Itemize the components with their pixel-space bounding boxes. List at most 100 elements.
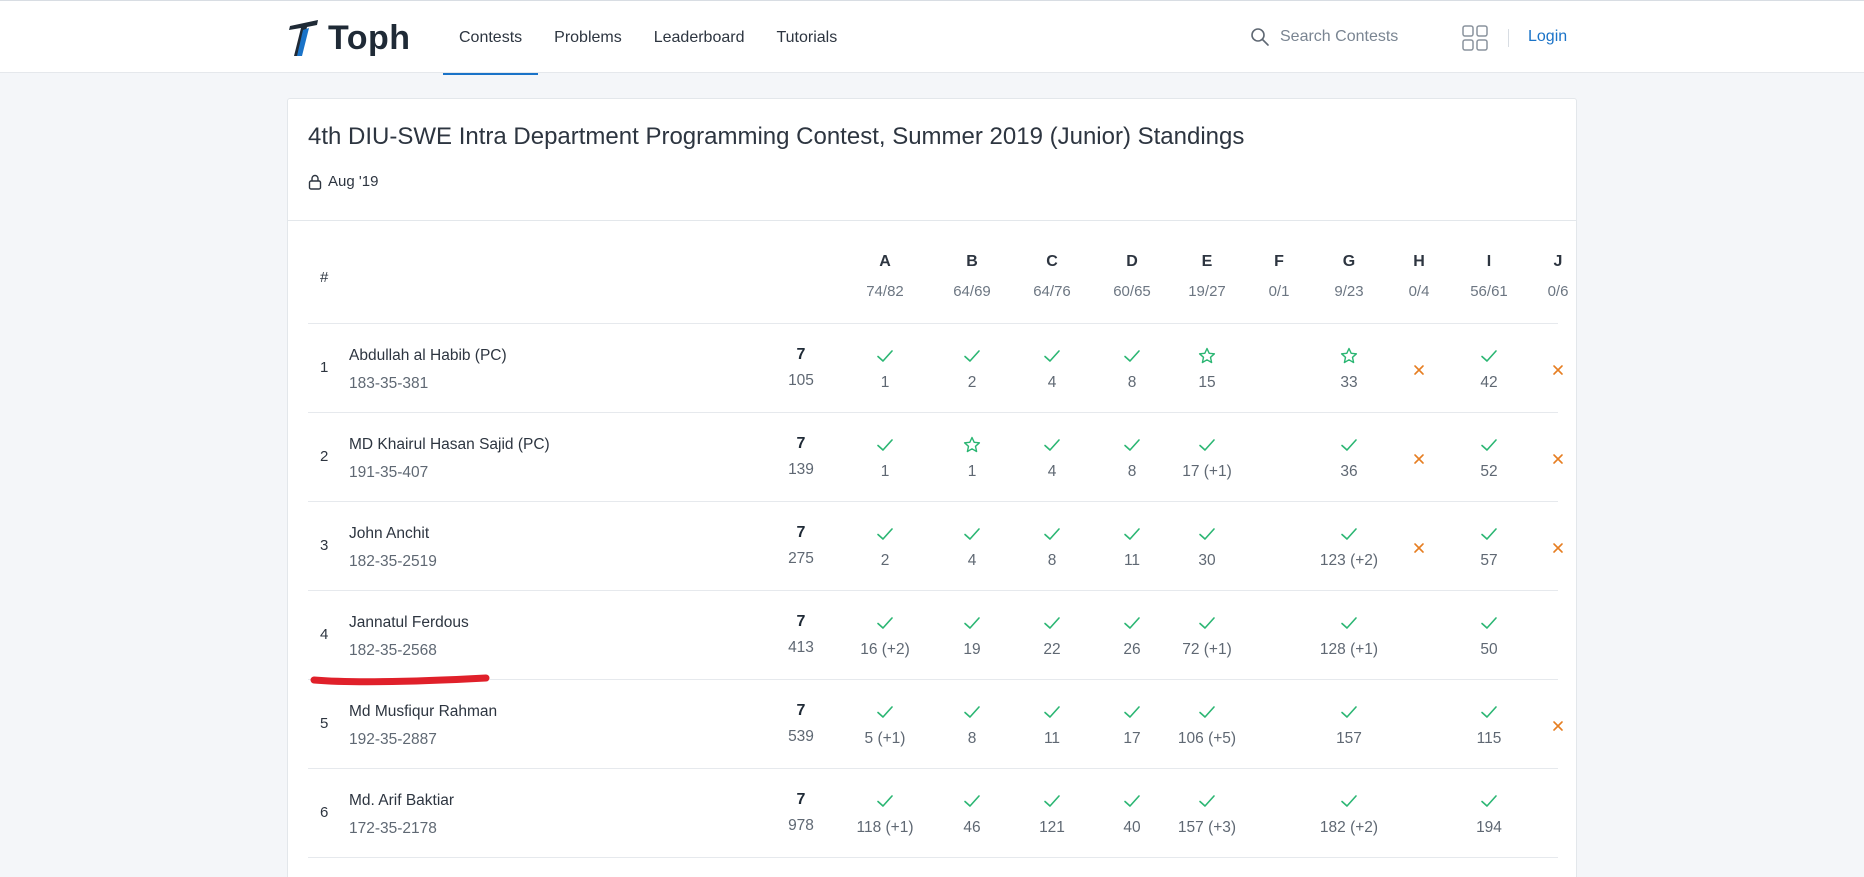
problem-header-b[interactable]: B 64/69 [932, 253, 1012, 300]
status-mark [1449, 613, 1529, 633]
problem-cell-g[interactable]: 33 [1309, 346, 1389, 392]
table-row[interactable]: 1 Abdullah al Habib (PC) 183-35-381 7 105 1 2 4… [308, 324, 1563, 413]
problem-cell-c[interactable]: 11 [1012, 702, 1092, 748]
problem-ratio: 19/27 [1188, 283, 1226, 300]
status-mark [1012, 791, 1092, 811]
problem-cell-e[interactable]: 157 (+3) [1167, 791, 1247, 837]
problem-cell-b[interactable]: 4 [932, 524, 1012, 570]
table-row[interactable]: 4 Jannatul Ferdous 182-35-2568 7 413 16 (+2) 1… [308, 591, 1558, 680]
problem-header-e[interactable]: E 19/27 [1167, 253, 1247, 300]
problem-cell-b[interactable]: 8 [932, 702, 1012, 748]
problem-cell-d[interactable]: 17 [1092, 702, 1172, 748]
status-mark [1309, 702, 1389, 722]
status-mark [932, 613, 1012, 633]
problem-header-d[interactable]: D 60/65 [1092, 253, 1172, 300]
problem-cell-i[interactable]: 42 [1449, 346, 1529, 392]
contestant-name[interactable]: Jannatul Ferdous [349, 614, 469, 632]
problem-cell-d[interactable]: 11 [1092, 524, 1172, 570]
problem-cell-c[interactable]: 4 [1012, 346, 1092, 392]
problem-cell-b[interactable]: 19 [932, 613, 1012, 659]
nav-tutorials[interactable]: Tutorials [760, 1, 853, 74]
contestant-name[interactable]: John Anchit [349, 525, 429, 543]
problem-cell-e[interactable]: 30 [1167, 524, 1247, 570]
problem-cell-g[interactable]: 157 [1309, 702, 1389, 748]
accepted-time: 118 (+1) [856, 819, 914, 836]
problem-cell-g[interactable]: 36 [1309, 435, 1389, 481]
problem-cell-h[interactable] [1379, 360, 1459, 380]
problem-cell-i[interactable]: 50 [1449, 613, 1529, 659]
problem-cell-i[interactable]: 52 [1449, 435, 1529, 481]
contest-date: Aug '19 [328, 173, 379, 190]
status-mark [1379, 449, 1459, 469]
problem-cell-g[interactable]: 123 (+2) [1309, 524, 1389, 570]
problem-cell-a[interactable]: 1 [845, 346, 925, 392]
problem-cell-b[interactable]: 46 [932, 791, 1012, 837]
problem-header-a[interactable]: A 74/82 [845, 253, 925, 300]
table-row[interactable]: 5 Md Musfiqur Rahman 192-35-2887 7 539 5 (+1)… [308, 680, 1563, 769]
problem-header-i[interactable]: I 56/61 [1449, 253, 1529, 300]
problem-cell-a[interactable]: 16 (+2) [845, 613, 925, 659]
apps-grid-icon[interactable] [1462, 25, 1488, 51]
login-link[interactable]: Login [1528, 28, 1567, 46]
search-icon[interactable] [1250, 27, 1270, 47]
problem-cell-g[interactable]: 182 (+2) [1309, 791, 1389, 837]
nav-contests[interactable]: Contests [443, 1, 539, 75]
status-mark [1309, 791, 1389, 811]
brand-logo[interactable]: Toph [288, 18, 411, 58]
problem-cell-a[interactable]: 5 (+1) [845, 702, 925, 748]
nav-leaderboard[interactable]: Leaderboard [638, 1, 761, 74]
table-row[interactable]: 2 MD Khairul Hasan Sajid (PC) 191-35-407 7 1… [308, 413, 1563, 502]
problem-header-h[interactable]: H 0/4 [1379, 253, 1459, 300]
contestant-name[interactable]: MD Khairul Hasan Sajid (PC) [349, 436, 550, 454]
accepted-time: 17 (+1) [1182, 463, 1232, 480]
problem-cell-d[interactable]: 26 [1092, 613, 1172, 659]
check-icon [1481, 795, 1497, 807]
problem-cell-i[interactable]: 57 [1449, 524, 1529, 570]
problem-header-j[interactable]: J 0/6 [1518, 253, 1598, 300]
check-icon [1199, 795, 1215, 807]
contestant-name[interactable]: Md Musfiqur Rahman [349, 703, 497, 721]
table-row[interactable]: 6 Md. Arif Baktiar 172-35-2178 7 978 118 (+1)… [308, 769, 1558, 858]
search-input[interactable] [1280, 28, 1440, 46]
problem-cell-e[interactable]: 17 (+1) [1167, 435, 1247, 481]
accepted-time: 52 [1480, 463, 1498, 480]
problem-header-g[interactable]: G 9/23 [1309, 253, 1389, 300]
problem-cell-j[interactable] [1518, 716, 1598, 736]
problem-cell-d[interactable]: 8 [1092, 346, 1172, 392]
problem-cell-c[interactable]: 8 [1012, 524, 1092, 570]
problem-cell-c[interactable]: 4 [1012, 435, 1092, 481]
problem-cell-d[interactable]: 8 [1092, 435, 1172, 481]
cross-icon [1553, 454, 1563, 464]
problem-cell-e[interactable]: 15 [1167, 346, 1247, 392]
contestant-name[interactable]: Abdullah al Habib (PC) [349, 347, 507, 365]
check-icon [1044, 528, 1060, 540]
problem-header-c[interactable]: C 64/76 [1012, 253, 1092, 300]
problem-cell-h[interactable] [1379, 449, 1459, 469]
problem-cell-a[interactable]: 118 (+1) [845, 791, 925, 837]
accepted-time: 36 [1340, 463, 1358, 480]
problem-cell-i[interactable]: 115 [1449, 702, 1529, 748]
table-row[interactable]: 3 John Anchit 182-35-2519 7 275 2 4 8 11 30 123 (+… [308, 502, 1563, 591]
problem-cell-b[interactable]: 2 [932, 346, 1012, 392]
problem-cell-b[interactable]: 1 [932, 435, 1012, 481]
status-mark [1012, 524, 1092, 544]
nav-problems[interactable]: Problems [538, 1, 638, 74]
problem-cell-e[interactable]: 106 (+5) [1167, 702, 1247, 748]
problem-cell-j[interactable] [1518, 449, 1598, 469]
contestant-name[interactable]: Md. Arif Baktiar [349, 792, 454, 810]
accepted-time: 42 [1480, 374, 1498, 391]
problem-header-f[interactable]: F 0/1 [1239, 253, 1319, 300]
problem-cell-d[interactable]: 40 [1092, 791, 1172, 837]
problem-cell-h[interactable] [1379, 538, 1459, 558]
problem-cell-c[interactable]: 121 [1012, 791, 1092, 837]
problem-cell-a[interactable]: 1 [845, 435, 925, 481]
red-underline-annotation [310, 674, 490, 686]
problem-cell-i[interactable]: 194 [1449, 791, 1529, 837]
problem-cell-c[interactable]: 22 [1012, 613, 1092, 659]
problem-cell-e[interactable]: 72 (+1) [1167, 613, 1247, 659]
problem-cell-j[interactable] [1518, 360, 1598, 380]
accepted-time: 1 [880, 463, 890, 480]
problem-cell-j[interactable] [1518, 538, 1598, 558]
problem-cell-g[interactable]: 128 (+1) [1309, 613, 1389, 659]
problem-cell-a[interactable]: 2 [845, 524, 925, 570]
